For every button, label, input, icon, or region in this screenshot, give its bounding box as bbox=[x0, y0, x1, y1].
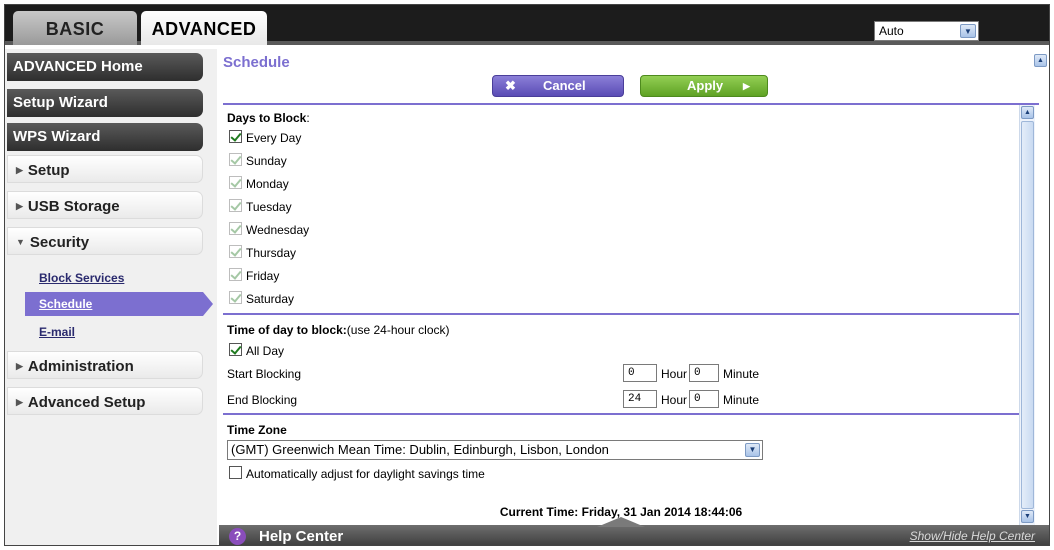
sidebar-item-label: USB Storage bbox=[27, 198, 120, 215]
all-day-label: All Day bbox=[246, 344, 285, 358]
tuesday-checkbox[interactable] bbox=[229, 199, 242, 212]
time-of-day-label: Time of day to block: bbox=[227, 323, 347, 337]
collapse-arrow-icon: ▼ bbox=[16, 237, 25, 247]
tuesday-label: Tuesday bbox=[246, 200, 292, 214]
expand-arrow-icon: ▶ bbox=[16, 397, 23, 407]
sidebar-item-label: Advanced Setup bbox=[27, 394, 146, 411]
every-day-checkbox[interactable] bbox=[229, 130, 242, 143]
expand-arrow-icon: ▶ bbox=[16, 361, 23, 371]
sidebar-item-wps-wizard[interactable]: WPS Wizard bbox=[7, 123, 203, 151]
time-of-day-note: (use 24-hour clock) bbox=[346, 323, 450, 337]
end-hour-unit: Hour bbox=[661, 393, 688, 407]
router-admin-window: BASIC ADVANCED Auto ▼ ADVANCED Home Setu… bbox=[4, 4, 1050, 546]
dst-label: Automatically adjust for daylight saving… bbox=[246, 467, 485, 481]
sidebar-item-security[interactable]: ▼ Security bbox=[7, 227, 203, 255]
expand-arrow-icon: ▶ bbox=[16, 201, 23, 211]
monday-label: Monday bbox=[246, 177, 289, 191]
help-expand-tab[interactable] bbox=[597, 517, 645, 527]
tab-basic[interactable]: BASIC bbox=[13, 11, 137, 45]
start-hour-unit: Hour bbox=[661, 367, 688, 381]
help-center-bar: ? Help Center Show/Hide Help Center bbox=[219, 517, 1049, 545]
sidebar: ADVANCED Home Setup Wizard WPS Wizard ▶ S… bbox=[5, 49, 217, 545]
days-to-block-colon: : bbox=[306, 111, 310, 125]
end-hour-input[interactable]: 24 bbox=[623, 390, 657, 408]
scrollbar-thumb[interactable] bbox=[1021, 121, 1034, 509]
top-tab-bar: BASIC ADVANCED Auto ▼ bbox=[5, 5, 1049, 45]
friday-checkbox[interactable] bbox=[229, 268, 242, 281]
start-minute-unit: Minute bbox=[723, 367, 760, 381]
main-content: Schedule ▲ ✖ Cancel Apply ▶ Days to Bloc… bbox=[219, 49, 1049, 545]
sidebar-item-administration[interactable]: ▶ Administration bbox=[7, 351, 203, 379]
time-of-day-heading: Time of day to block:(use 24-hour clock) bbox=[227, 323, 450, 337]
expand-arrow-icon: ▶ bbox=[16, 165, 23, 175]
saturday-label: Saturday bbox=[246, 292, 295, 306]
time-zone-select[interactable]: (GMT) Greenwich Mean Time: Dublin, Edinb… bbox=[227, 440, 763, 460]
page-title: Schedule bbox=[223, 54, 290, 71]
help-center-title: Help Center bbox=[259, 528, 344, 545]
sidebar-subitem-email[interactable]: E-mail bbox=[39, 325, 75, 339]
cancel-button[interactable]: ✖ Cancel bbox=[492, 75, 624, 97]
start-minute-input[interactable]: 0 bbox=[689, 364, 719, 382]
dst-checkbox[interactable] bbox=[229, 466, 242, 479]
close-icon: ✖ bbox=[505, 78, 516, 93]
end-blocking-label: End Blocking bbox=[227, 393, 298, 407]
days-to-block-heading: Days to Block: bbox=[227, 111, 310, 125]
sidebar-item-setup-wizard[interactable]: Setup Wizard bbox=[7, 89, 203, 117]
sidebar-subitem-schedule[interactable]: Schedule bbox=[25, 292, 213, 316]
section-divider bbox=[223, 313, 1019, 315]
sunday-checkbox[interactable] bbox=[229, 153, 242, 166]
sidebar-item-setup[interactable]: ▶ Setup bbox=[7, 155, 203, 183]
start-hour-input[interactable]: 0 bbox=[623, 364, 657, 382]
question-icon[interactable]: ? bbox=[229, 528, 246, 545]
language-select[interactable]: Auto ▼ bbox=[874, 21, 979, 41]
tab-advanced[interactable]: ADVANCED bbox=[141, 11, 267, 45]
saturday-checkbox[interactable] bbox=[229, 291, 242, 304]
time-zone-value: (GMT) Greenwich Mean Time: Dublin, Edinb… bbox=[231, 442, 609, 457]
monday-checkbox[interactable] bbox=[229, 176, 242, 189]
form-scrollbar[interactable]: ▲ ▼ bbox=[1019, 105, 1035, 525]
sidebar-item-label: Setup bbox=[27, 162, 70, 179]
section-divider bbox=[223, 413, 1019, 415]
thursday-label: Thursday bbox=[246, 246, 297, 260]
end-minute-input[interactable]: 0 bbox=[689, 390, 719, 408]
sidebar-item-usb-storage[interactable]: ▶ USB Storage bbox=[7, 191, 203, 219]
time-zone-label: Time Zone bbox=[227, 423, 287, 437]
scroll-down-icon[interactable]: ▼ bbox=[1021, 510, 1034, 523]
sidebar-subitem-label: Schedule bbox=[39, 297, 93, 311]
scroll-up-icon[interactable]: ▲ bbox=[1021, 106, 1034, 119]
all-day-checkbox[interactable] bbox=[229, 343, 242, 356]
chevron-down-icon[interactable]: ▼ bbox=[960, 24, 976, 38]
wednesday-label: Wednesday bbox=[246, 223, 310, 237]
apply-button-label: Apply bbox=[687, 78, 724, 93]
end-minute-unit: Minute bbox=[723, 393, 760, 407]
sidebar-item-advanced-home[interactable]: ADVANCED Home bbox=[7, 53, 203, 81]
sidebar-subitem-block-services[interactable]: Block Services bbox=[39, 271, 124, 285]
arrow-right-icon: ▶ bbox=[743, 81, 750, 91]
friday-label: Friday bbox=[246, 269, 280, 283]
scroll-up-icon[interactable]: ▲ bbox=[1034, 54, 1047, 67]
wednesday-checkbox[interactable] bbox=[229, 222, 242, 235]
thursday-checkbox[interactable] bbox=[229, 245, 242, 258]
apply-button[interactable]: Apply ▶ bbox=[640, 75, 768, 97]
schedule-form: Days to Block: Every Day Sunday Monday T… bbox=[223, 105, 1019, 525]
chevron-down-icon[interactable]: ▼ bbox=[745, 443, 760, 457]
show-hide-help-link[interactable]: Show/Hide Help Center bbox=[910, 529, 1035, 543]
days-to-block-label: Days to Block bbox=[227, 111, 307, 125]
every-day-label: Every Day bbox=[246, 131, 302, 145]
language-select-value: Auto bbox=[879, 24, 904, 38]
cancel-button-label: Cancel bbox=[543, 78, 586, 93]
sunday-label: Sunday bbox=[246, 154, 287, 168]
sidebar-item-advanced-setup[interactable]: ▶ Advanced Setup bbox=[7, 387, 203, 415]
start-blocking-label: Start Blocking bbox=[227, 367, 302, 381]
sidebar-item-label: Security bbox=[29, 234, 90, 251]
sidebar-item-label: Administration bbox=[27, 358, 134, 375]
